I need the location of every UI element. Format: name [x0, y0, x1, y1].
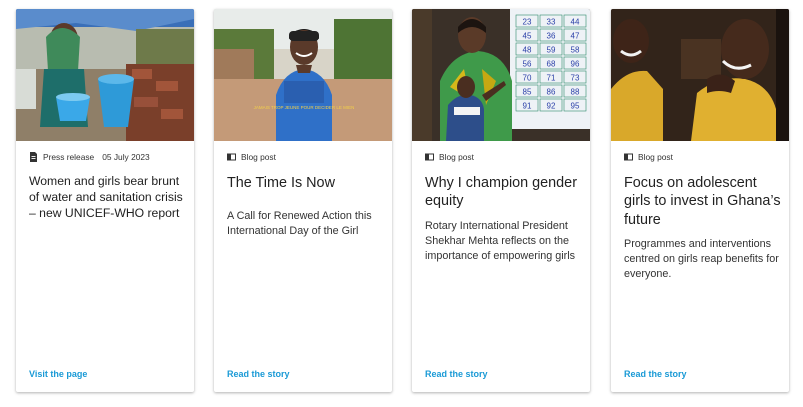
card-description: Rotary International President Shekhar M…	[425, 220, 576, 262]
card-type-label: Blog post	[638, 152, 673, 162]
story-cards-row: Press release 05 July 2023 Women and gir…	[0, 0, 803, 407]
blog-icon	[624, 153, 633, 161]
board-number: 58	[571, 46, 580, 55]
card-title[interactable]: Why I champion gender equity	[425, 174, 585, 211]
board-number: 92	[547, 102, 556, 111]
story-photo-smiling-girls[interactable]	[611, 9, 789, 141]
story-card-gender-equity[interactable]: 23 33 44 45 36 47 48 59 58 56 68 96 70 71 73 85 86 88 91 92…	[412, 9, 590, 392]
card-type-label: Blog post	[241, 152, 276, 162]
card-meta: Blog post	[425, 152, 474, 162]
board-number: 48	[523, 46, 532, 55]
board-number: 71	[547, 74, 556, 83]
story-photo-number-board[interactable]: 23 33 44 45 36 47 48 59 58 56 68 96 70 71 73 85 86 88 91 92…	[412, 9, 590, 141]
board-number: 23	[523, 18, 532, 27]
story-card-water-crisis[interactable]: Press release 05 July 2023 Women and gir…	[16, 9, 194, 392]
read-story-link[interactable]: Read the story	[425, 369, 488, 379]
board-number: 45	[523, 32, 532, 41]
board-number: 47	[571, 32, 580, 41]
read-story-link[interactable]: Read the story	[624, 369, 687, 379]
card-title[interactable]: Women and girls bear brunt of water and …	[29, 174, 189, 222]
board-number: 56	[523, 60, 532, 69]
card-meta: Press release 05 July 2023	[29, 152, 150, 162]
board-number: 85	[523, 88, 532, 97]
board-number: 95	[571, 102, 580, 111]
blog-icon	[425, 153, 434, 161]
visit-page-link[interactable]: Visit the page	[29, 369, 87, 379]
board-number: 88	[571, 88, 580, 97]
read-story-link[interactable]: Read the story	[227, 369, 290, 379]
story-photo-girl-blue-shirt[interactable]: JAMAIS TROP JEUNE POUR DECIDER LE MIEN	[214, 9, 392, 141]
card-description: Programmes and interventions centred on …	[624, 238, 779, 280]
board-number: 73	[571, 74, 580, 83]
card-meta: Blog post	[624, 152, 673, 162]
story-card-time-is-now[interactable]: JAMAIS TROP JEUNE POUR DECIDER LE MIEN B…	[214, 9, 392, 392]
board-number: 96	[571, 60, 580, 69]
story-card-ghana-girls[interactable]: Blog post Focus on adolescent girls to i…	[611, 9, 789, 392]
board-number: 33	[547, 18, 556, 27]
board-number: 70	[523, 74, 532, 83]
card-title[interactable]: Focus on adolescent girls to invest in G…	[624, 174, 784, 229]
board-number: 44	[571, 18, 580, 27]
card-description: A Call for Renewed Action this Internati…	[227, 210, 372, 237]
card-title[interactable]: The Time Is Now	[227, 174, 387, 192]
card-type-label: Press release	[43, 152, 95, 162]
board-number: 59	[547, 46, 556, 55]
board-number: 68	[547, 60, 556, 69]
board-number: 86	[547, 88, 556, 97]
shirt-print: JAMAIS TROP JEUNE POUR DECIDER LE MIEN	[254, 105, 355, 110]
board-number: 91	[523, 102, 532, 111]
card-type-label: Blog post	[439, 152, 474, 162]
story-photo-girl-water[interactable]	[16, 9, 194, 141]
card-date: 05 July 2023	[102, 152, 150, 162]
blog-icon	[227, 153, 236, 161]
board-number: 36	[547, 32, 556, 41]
card-meta: Blog post	[227, 152, 276, 162]
document-icon	[30, 152, 37, 162]
